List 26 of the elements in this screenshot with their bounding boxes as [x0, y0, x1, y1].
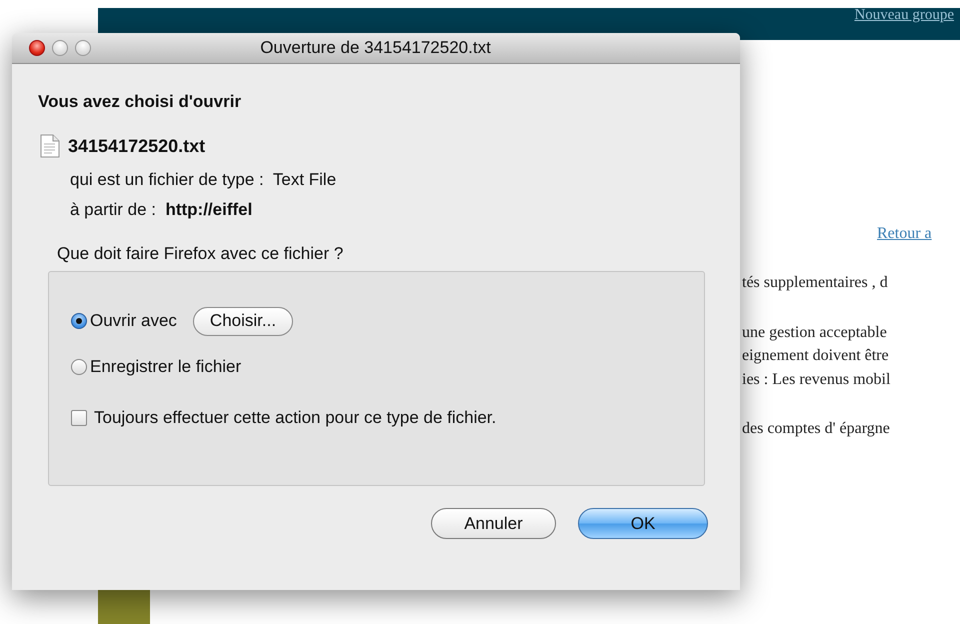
checkbox[interactable]: [71, 410, 87, 426]
option-label[interactable]: Ouvrir avec: [90, 311, 177, 331]
window-title: Ouverture de 34154172520.txt: [260, 38, 492, 58]
option-label[interactable]: Enregistrer le fichier: [90, 357, 242, 377]
page-text: des comptes d' épargne: [742, 419, 891, 439]
radio-button[interactable]: [71, 313, 87, 329]
zoom-window-button[interactable]: [75, 40, 91, 56]
dialog-heading: Vous avez choisi d'ouvrir: [38, 92, 242, 112]
page-text: une gestion acceptable: [742, 322, 888, 342]
retour-link[interactable]: Retour a: [877, 225, 932, 243]
choose-button[interactable]: Choisir...: [192, 306, 294, 336]
file-name: 34154172520.txt: [68, 136, 206, 156]
page-text: ies : Les revenus mobil: [742, 370, 892, 390]
checkbox-label[interactable]: Toujours effectuer cette action pour ce type de fichier.: [94, 408, 496, 428]
ok-button[interactable]: OK: [578, 508, 708, 539]
document-icon: [40, 134, 60, 158]
file-type-text: qui est un fichier de type : Text File: [70, 170, 338, 190]
minimize-window-button[interactable]: [52, 40, 68, 56]
close-window-button[interactable]: [29, 40, 45, 56]
page-text: tés supplementaires , d: [742, 273, 889, 293]
question-text: Que doit faire Firefox avec ce fichier ?: [57, 244, 344, 264]
nouveau-groupe-link[interactable]: Nouveau groupe: [854, 8, 960, 22]
cancel-button[interactable]: Annuler: [431, 508, 556, 539]
source-text: à partir de : http://eiffel: [70, 200, 254, 220]
radio-button[interactable]: [71, 359, 87, 375]
page-text: eignement doivent être: [742, 346, 890, 366]
